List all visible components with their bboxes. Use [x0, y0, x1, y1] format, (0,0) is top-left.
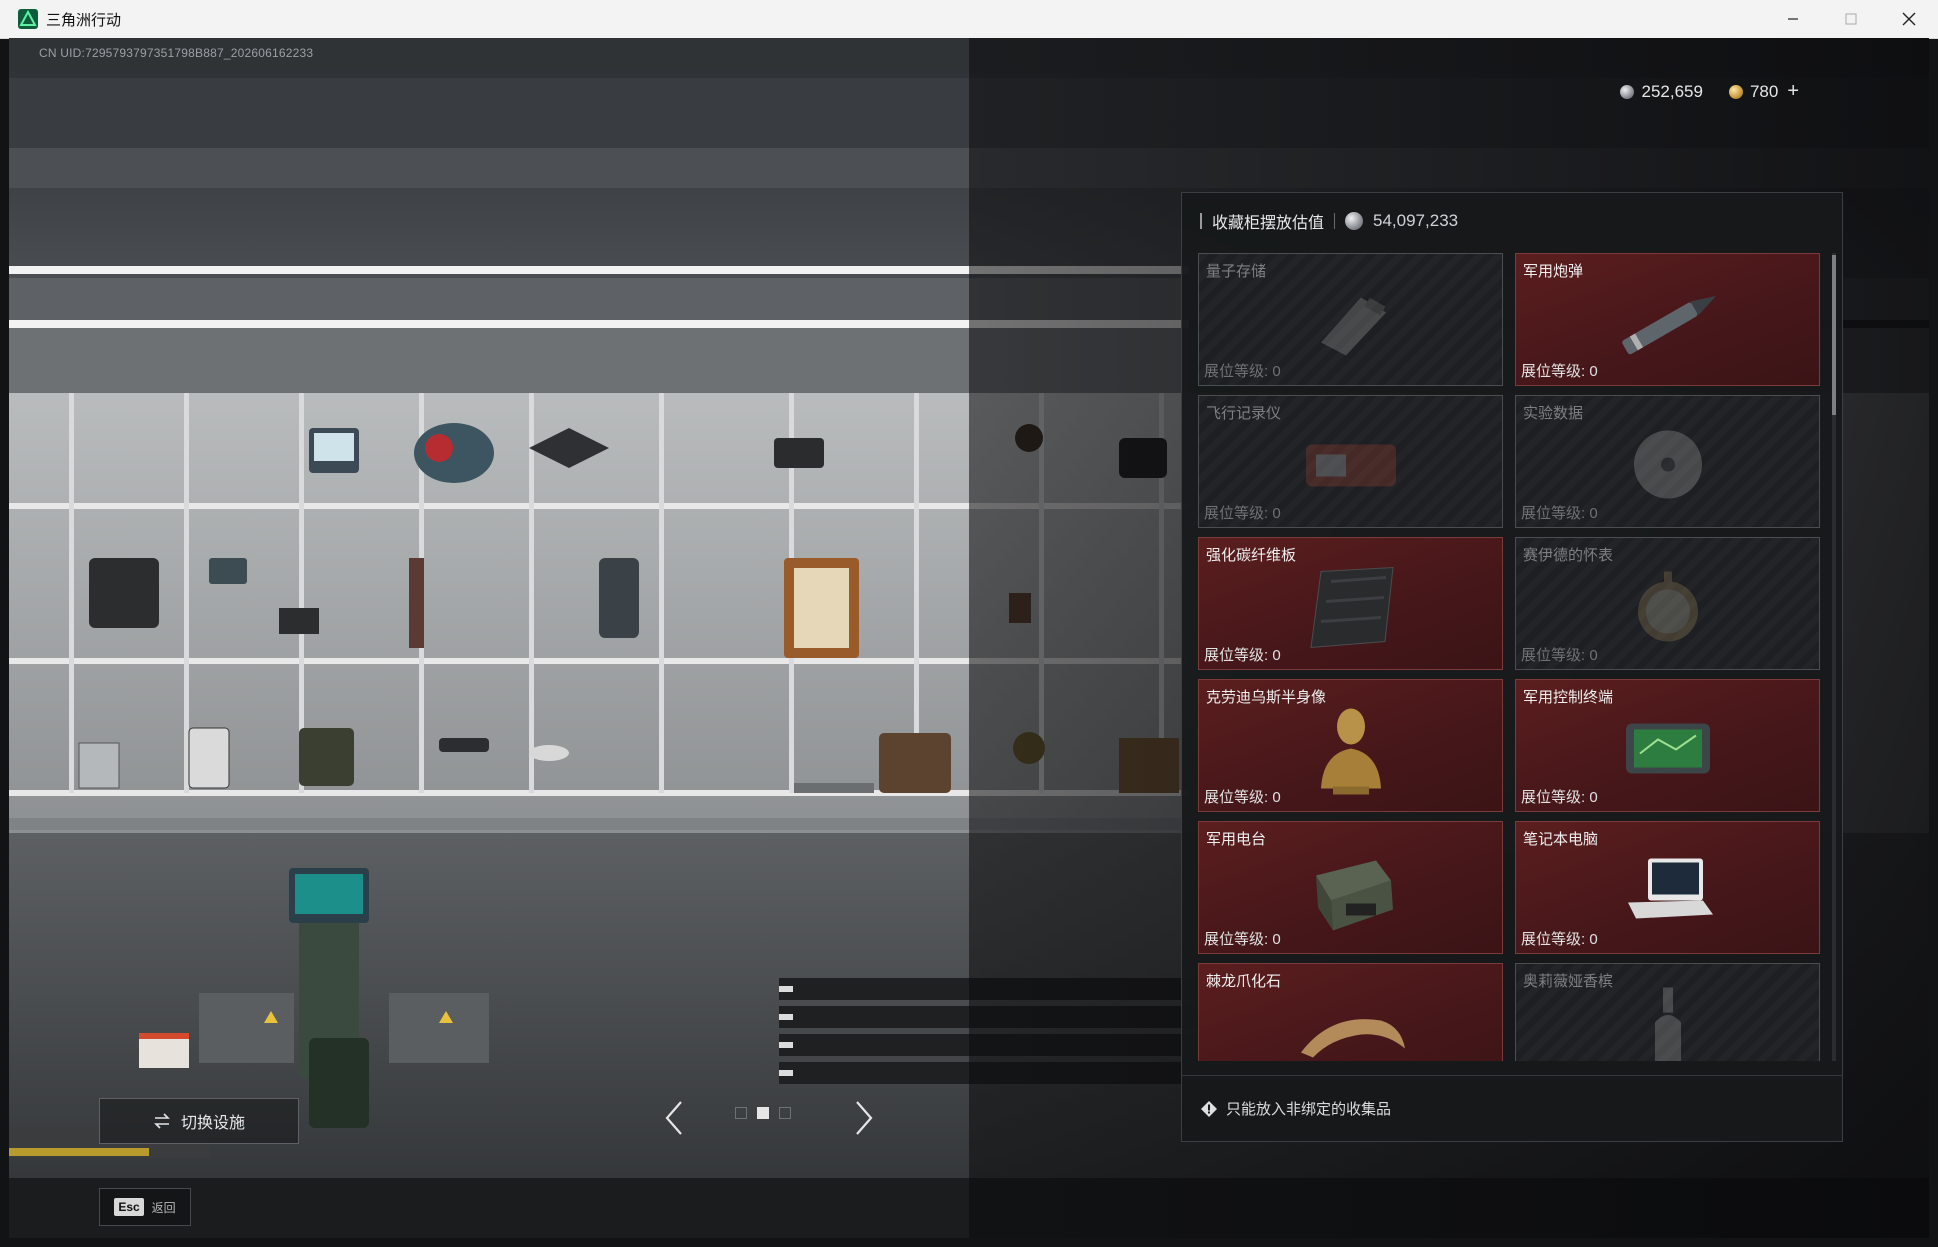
flight-recorder-icon: [1296, 434, 1406, 499]
bust-statue-icon: [1311, 698, 1391, 803]
page-dot[interactable]: [779, 1107, 791, 1119]
slot-display-level: 展位等级: 0: [1521, 363, 1598, 380]
slot-display-level: 展位等级: 0: [1521, 505, 1598, 522]
slot-display-level: 展位等级: 0: [1521, 789, 1598, 806]
maximize-button[interactable]: [1822, 0, 1880, 38]
maximize-icon: [1845, 13, 1857, 25]
switch-arrows-icon: [154, 1113, 170, 1129]
window-controls: [1764, 0, 1938, 38]
slot-display-level: 展位等级: 0: [1204, 505, 1281, 522]
slot-item-name: 军用电台: [1206, 831, 1267, 848]
slot-item-name: 克劳迪乌斯半身像: [1206, 689, 1327, 706]
collection-slot[interactable]: 军用炮弹展位等级: 0: [1515, 253, 1820, 386]
silver-amount: 252,659: [1641, 81, 1703, 101]
collection-slot[interactable]: 实验数据展位等级: 0: [1515, 395, 1820, 528]
page-dot[interactable]: [735, 1107, 747, 1119]
game-viewport: CN UID:7295793797351798B887_202606162233…: [9, 38, 1929, 1238]
collection-slot[interactable]: 军用电台展位等级: 0: [1198, 821, 1503, 954]
gold-coin-icon: [1728, 84, 1743, 99]
collection-slot[interactable]: 赛伊德的怀表 展位等级: 0: [1515, 537, 1820, 670]
currency-bar: 252,659 780 +: [1620, 80, 1799, 103]
carbon-fiber-plate-icon: [1301, 561, 1401, 656]
control-terminal-icon: [1618, 713, 1718, 788]
slot-display-level: 展位等级: 0: [1204, 789, 1281, 806]
collection-slot[interactable]: 军用控制终端 展位等级: 0: [1515, 679, 1820, 812]
chevron-left-icon: [665, 1101, 682, 1135]
valuation-coin-icon: [1345, 212, 1364, 230]
slot-item-name: 量子存储: [1206, 263, 1267, 280]
collection-slot[interactable]: 强化碳纤维板 展位等级: 0: [1198, 537, 1503, 670]
page-dot-active[interactable]: [757, 1107, 769, 1119]
chevron-right-icon: [856, 1101, 873, 1135]
panel-title: 收藏柜摆放估值: [1212, 215, 1325, 232]
usb-drive-icon: [1306, 287, 1396, 362]
slot-display-level: 展位等级: 0: [1204, 363, 1281, 380]
minimize-button[interactable]: [1764, 0, 1822, 38]
add-currency-button[interactable]: +: [1787, 80, 1799, 103]
slot-item-name: 实验数据: [1523, 405, 1584, 422]
pocket-watch-icon: [1628, 561, 1708, 656]
slot-item-name: 飞行记录仪: [1206, 405, 1282, 422]
champagne-bottle-icon: [1643, 982, 1693, 1061]
slot-item-name: 军用炮弹: [1523, 263, 1584, 280]
slot-display-level: 展位等级: 0: [1521, 647, 1598, 664]
slot-item-name: 笔记本电脑: [1523, 831, 1599, 848]
app-logo-icon: [18, 9, 38, 29]
esc-back-label: 返回: [151, 1200, 176, 1215]
collection-slot-grid: 量子存储 展位等级: 0 军用炮弹 展位等级: 0 飞行记录仪 展位等级: 0 实验数据 展位…: [1198, 253, 1824, 1061]
page-indicator: [735, 1107, 791, 1119]
collection-slot[interactable]: 奥莉薇娅香槟展位等级: 0: [1515, 963, 1820, 1061]
slot-item-name: 奥莉薇娅香槟: [1523, 973, 1614, 990]
silver-coin-icon: [1620, 84, 1635, 99]
next-page-button[interactable]: [844, 1093, 884, 1143]
slot-item-name: 棘龙爪化石: [1206, 973, 1282, 990]
collection-slot[interactable]: 量子存储展位等级: 0: [1198, 253, 1503, 386]
claw-fossil-icon: [1291, 1002, 1411, 1061]
slot-item-name: 赛伊德的怀表: [1523, 547, 1614, 564]
switch-facility-button[interactable]: 切换设施: [99, 1098, 299, 1144]
panel-valuation: 54,097,233: [1373, 211, 1459, 230]
scrollbar-thumb[interactable]: [1832, 255, 1836, 415]
close-icon: [1902, 12, 1916, 26]
slot-item-name: 军用控制终端: [1523, 689, 1614, 706]
info-diamond-icon: [1201, 1100, 1217, 1117]
header-accent-bar: [1200, 213, 1202, 229]
panel-header: 收藏柜摆放估值 54,097,233: [1200, 209, 1458, 233]
minimize-icon: [1788, 18, 1798, 20]
data-disc-icon: [1628, 424, 1708, 509]
window-titlebar: 三角洲行动: [0, 0, 1938, 39]
esc-key-badge: Esc: [114, 1198, 144, 1216]
collection-slot[interactable]: 笔记本电脑展位等级: 0: [1515, 821, 1820, 954]
collection-slot[interactable]: 棘龙爪化石展位等级: 0: [1198, 963, 1503, 1061]
slot-display-level: 展位等级: 0: [1521, 931, 1598, 948]
laptop-icon: [1618, 850, 1718, 935]
slot-display-level: 展位等级: 0: [1204, 931, 1281, 948]
window-title: 三角洲行动: [46, 11, 122, 29]
collection-slot[interactable]: 克劳迪乌斯半身像 展位等级: 0: [1198, 679, 1503, 812]
close-window-button[interactable]: [1880, 0, 1938, 38]
header-divider: [1334, 213, 1336, 229]
gold-currency: 780 +: [1728, 80, 1799, 103]
prev-page-button[interactable]: [654, 1093, 694, 1143]
gold-amount: 780: [1749, 81, 1779, 101]
collection-slot[interactable]: 飞行记录仪展位等级: 0: [1198, 395, 1503, 528]
switch-facility-label: 切换设施: [180, 1115, 245, 1132]
slot-item-name: 强化碳纤维板: [1206, 547, 1297, 564]
military-radio-icon: [1301, 845, 1401, 940]
player-uid: CN UID:7295793797351798B887_202606162233: [39, 46, 314, 60]
artillery-shell-icon: [1608, 287, 1728, 362]
slot-display-level: 展位等级: 0: [1204, 647, 1281, 664]
footer-note: 只能放入非绑定的收集品: [1226, 1101, 1392, 1118]
esc-back-button[interactable]: Esc 返回: [99, 1188, 191, 1226]
panel-footer: 只能放入非绑定的收集品: [1182, 1075, 1842, 1141]
collection-panel: 收藏柜摆放估值 54,097,233 量子存储 展位等级: 0 军用炮弹 展位等级: …: [1181, 192, 1843, 1142]
silver-currency: 252,659: [1620, 81, 1703, 102]
